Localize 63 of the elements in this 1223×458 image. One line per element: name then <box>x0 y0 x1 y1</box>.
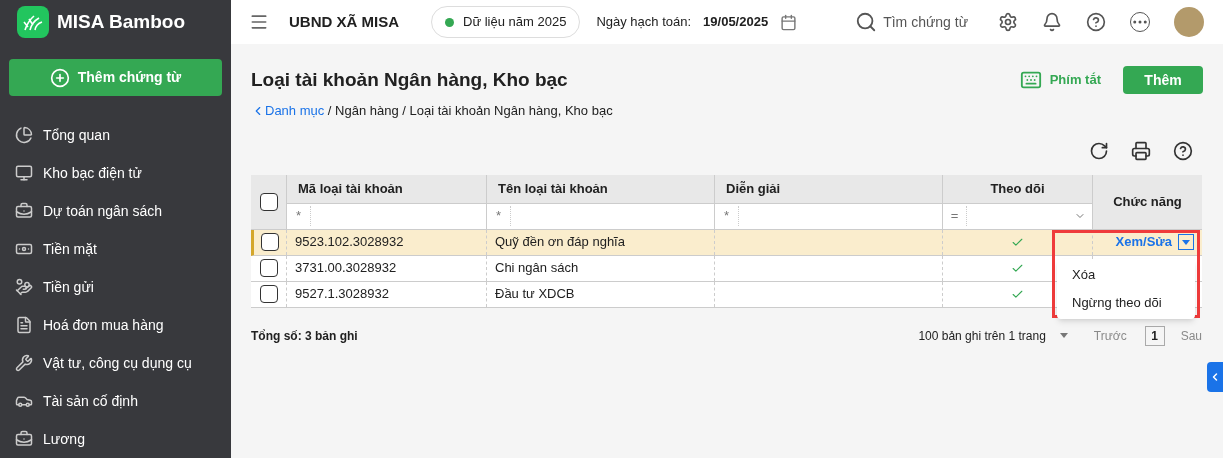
filter-field[interactable]: * <box>486 203 714 229</box>
app-name: MISA Bamboo <box>57 9 186 34</box>
checkbox[interactable] <box>261 233 279 251</box>
sidebar-item[interactable]: Tổng quan <box>0 116 231 154</box>
calendar-icon[interactable] <box>780 13 798 31</box>
sidebar-item[interactable]: Dự toán ngân sách <box>0 192 231 230</box>
sidebar-item[interactable]: Lương <box>0 420 231 458</box>
page-size-selector[interactable]: 100 bản ghi trên 1 trang <box>918 326 1068 345</box>
monitor-icon <box>15 164 33 182</box>
dropdown-toggle-icon[interactable] <box>1178 234 1194 250</box>
bamboo-logo-icon <box>17 6 49 39</box>
table-cell: 3731.00.3028932 <box>286 255 486 281</box>
bell-icon[interactable] <box>1042 12 1063 32</box>
table-cell: 9523.102.3028932 <box>286 229 486 255</box>
column-header: Diễn giải <box>714 174 942 203</box>
settings-icon[interactable] <box>998 12 1019 32</box>
column-header: Mã loại tài khoản <box>286 174 486 203</box>
view-edit-link[interactable]: Xem/Sửa <box>1115 232 1172 252</box>
sidebar-item[interactable]: Tiền mặt <box>0 230 231 268</box>
record-total: Tổng số: 3 bản ghi <box>251 327 358 345</box>
sidebar-item[interactable]: Hoá đơn mua hàng <box>0 306 231 344</box>
keyboard-icon <box>1019 69 1042 91</box>
sidebar-item[interactable]: Vật tư, công cụ dụng cụ <box>0 344 231 382</box>
search-field[interactable]: Tìm chứng từ <box>855 11 969 33</box>
table-cell: Quỹ đền ơn đáp nghĩa <box>486 229 714 255</box>
panel-toggle-button[interactable] <box>1207 362 1223 392</box>
search-icon <box>855 11 878 33</box>
date-label: Ngày hạch toán: <box>596 13 692 32</box>
table-cell: Đầu tư XDCB <box>486 281 714 307</box>
checkbox[interactable] <box>259 259 278 277</box>
sidebar-item[interactable]: Tài sản cố định <box>0 382 231 420</box>
checkbox[interactable] <box>259 285 278 303</box>
page-title: Loại tài khoản Ngân hàng, Kho bạc <box>251 67 568 92</box>
table-row[interactable]: 9523.102.3028932 Quỹ đền ơn đáp nghĩa Xem/Sửa <box>251 229 1202 256</box>
briefcase-icon <box>15 430 33 448</box>
breadcrumb-path: / Ngân hàng / Loại tài khoản Ngân hàng, Kho bạc <box>326 102 613 120</box>
hand-coin-icon <box>15 278 33 296</box>
filter-field[interactable]: = <box>942 203 1092 229</box>
document-icon <box>15 316 33 334</box>
sidebar-item[interactable]: Kho bạc điện tử <box>0 154 231 192</box>
checkbox[interactable] <box>259 192 278 211</box>
help-icon[interactable] <box>1173 140 1193 161</box>
sidebar-item[interactable]: Tiền gửi <box>0 268 231 306</box>
plus-icon <box>49 67 70 88</box>
posting-date[interactable]: 19/05/2025 <box>703 12 769 32</box>
wrench-icon <box>15 354 33 372</box>
refresh-icon[interactable] <box>1089 140 1109 161</box>
briefcase-icon <box>15 202 33 220</box>
print-icon[interactable] <box>1131 140 1151 161</box>
filter-field[interactable]: * <box>286 203 486 229</box>
filter-field[interactable]: * <box>714 203 942 229</box>
table-cell: 9527.1.3028932 <box>286 281 486 307</box>
organization-name: UBND XÃ MISA <box>289 11 399 32</box>
help-icon[interactable] <box>1086 12 1107 32</box>
column-header: Theo dõi <box>942 174 1092 203</box>
avatar[interactable] <box>1174 7 1205 37</box>
column-header: Chức năng <box>1092 174 1202 229</box>
page-number-button[interactable]: 1 <box>1144 325 1165 346</box>
menu-icon[interactable] <box>249 12 269 32</box>
breadcrumb-link[interactable]: Danh mục <box>265 101 325 121</box>
pie-chart-icon <box>15 126 33 144</box>
column-header: Tên loại tài khoản <box>486 174 714 203</box>
table-cell: Chi ngân sách <box>486 255 714 281</box>
